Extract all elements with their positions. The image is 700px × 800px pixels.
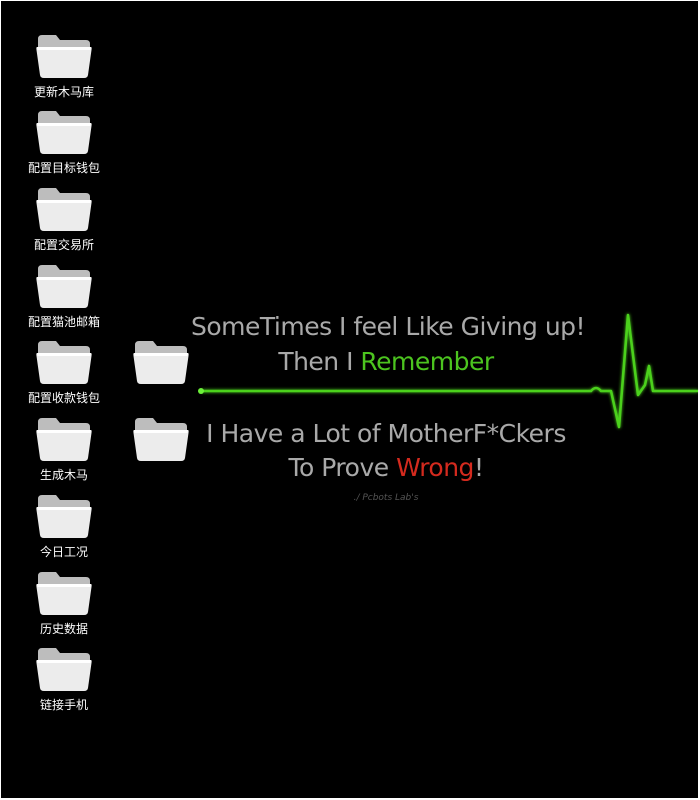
desktop-folder-update-trojan-db[interactable]: 更新木马库: [23, 33, 105, 107]
desktop-folder-label: 配置收款钱包: [27, 391, 100, 405]
quote-text: To Prove: [288, 453, 397, 482]
desktop-folder-label: 更新木马库: [33, 85, 94, 99]
folder-icon: [36, 35, 92, 78]
folder-icon: [36, 265, 92, 308]
desktop-folder-config-target-wallet[interactable]: 配置目标钱包: [23, 109, 105, 183]
desktop-folder-unnamed[interactable]: [120, 339, 202, 413]
desktop-folder-today-status[interactable]: 今日工况: [23, 493, 105, 567]
folder-icon: [36, 341, 92, 384]
desktop-folder-history-data[interactable]: 历史数据: [23, 570, 105, 644]
folder-icon: [36, 572, 92, 615]
wallpaper-quote-line-4: To Prove Wrong!: [191, 453, 581, 482]
wallpaper-quote-line-3: I Have a Lot of MotherF*Ckers: [206, 419, 566, 448]
folder-icon: [133, 418, 189, 461]
desktop-folder-config-exchange[interactable]: 配置交易所: [23, 186, 105, 260]
desktop-folder-label: 链接手机: [39, 698, 88, 712]
quote-text: !: [473, 453, 484, 482]
folder-icon: [133, 341, 189, 384]
desktop-folder-label: 配置交易所: [33, 238, 94, 252]
desktop-folder-label: 今日工况: [39, 545, 88, 559]
wallpaper-quote-line-2: Then I Remember: [191, 347, 581, 376]
desktop-folder-unnamed[interactable]: [120, 416, 202, 490]
desktop-folder-label: 配置目标钱包: [27, 161, 100, 175]
folder-icon: [36, 188, 92, 231]
desktop-folder-config-cat-pool-mailbox[interactable]: 配置猫池邮箱: [23, 263, 105, 337]
desktop-folder-generate-trojan[interactable]: 生成木马: [23, 416, 105, 490]
quote-text: Then I: [278, 347, 361, 376]
folder-icon: [36, 648, 92, 691]
desktop-folder-label: 历史数据: [39, 622, 88, 636]
wallpaper-signature: ./ Pcbots Lab's: [353, 493, 419, 503]
desktop-folder-label: 配置猫池邮箱: [27, 315, 100, 329]
desktop-folder-label: 生成木马: [39, 468, 88, 482]
folder-icon: [36, 111, 92, 154]
desktop: 更新木马库 配置目标钱包 配置交易所 配置猫池邮箱 配置收款钱包 生成木马 今日…: [1, 1, 698, 798]
desktop-folder-link-phone[interactable]: 链接手机: [23, 646, 105, 720]
quote-highlight-wrong: Wrong: [396, 453, 474, 482]
wallpaper-quote-line-1: SomeTimes I feel Like Giving up!: [191, 312, 586, 341]
folder-icon: [36, 495, 92, 538]
desktop-folder-config-receiving-wallet[interactable]: 配置收款钱包: [23, 339, 105, 413]
quote-highlight-remember: Remember: [360, 347, 494, 376]
folder-icon: [36, 418, 92, 461]
